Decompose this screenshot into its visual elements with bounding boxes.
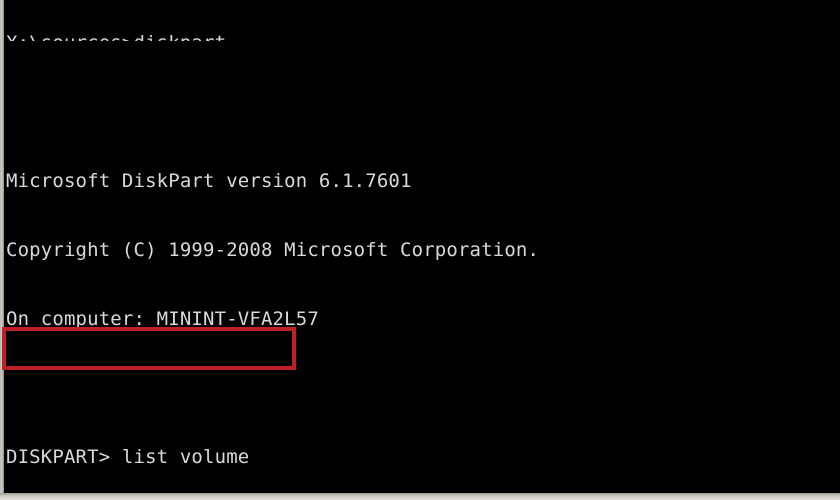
- console-line-copyright: Copyright (C) 1999-2008 Microsoft Corpor…: [6, 239, 540, 261]
- console-line-command-list-volume: DISKPART> list volume: [6, 446, 250, 468]
- console-line-computer: On computer: MININT-VFA2L57: [6, 308, 319, 330]
- diskpart-console-window[interactable]: X:\sources>diskpart Microsoft DiskPart v…: [0, 0, 840, 500]
- window-border-bottom: [0, 493, 840, 500]
- console-line-command-diskpart: X:\sources>diskpart: [6, 32, 840, 41]
- window-border-left: [0, 0, 4, 493]
- console-text-surface[interactable]: X:\sources>diskpart Microsoft DiskPart v…: [6, 0, 840, 493]
- console-line-product-version: Microsoft DiskPart version 6.1.7601: [6, 170, 412, 192]
